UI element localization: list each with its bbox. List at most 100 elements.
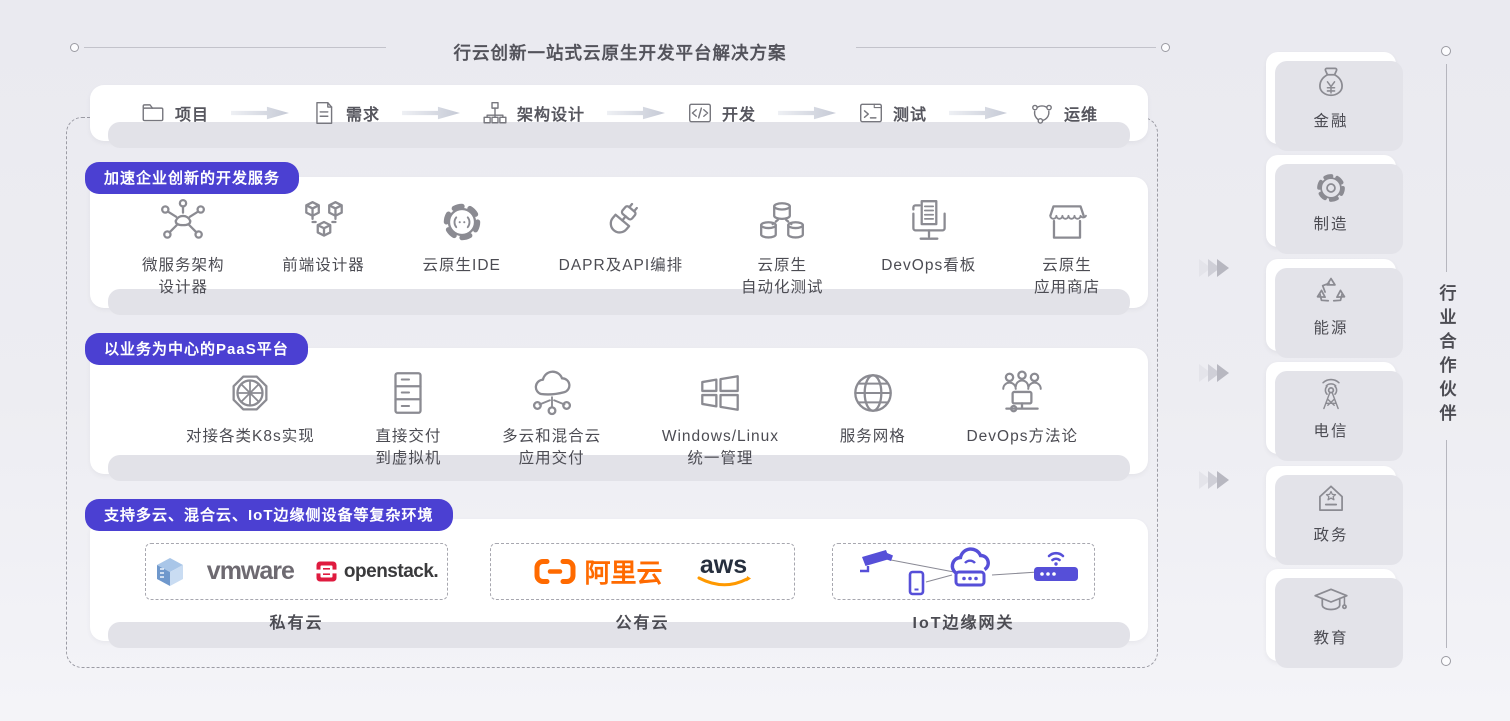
flow-arrow-icon [949,106,1007,121]
workflow-step-label: 开发 [722,101,756,125]
flow-arrow-icon [778,106,836,121]
feature-label: 多云和混合云 [502,426,601,448]
monitor-report-icon [904,197,954,247]
decor-circle-right [1161,43,1170,52]
flow-arrow-icon [607,106,665,121]
ops-nodes-icon [1029,100,1055,126]
feature-microservice-designer: 微服务架构 设计器 [142,197,225,299]
windows-icon [695,368,745,418]
env-public-cloud: 阿里云 aws 公有云 [490,543,795,633]
rail-line-top [1446,64,1447,272]
section-environments: vmware openstack. 私有云 阿里云 aws 公有云 [90,519,1148,641]
feature-label: 微服务架构 [142,255,225,277]
section-badge-paas: 以业务为中心的PaaS平台 [85,333,308,365]
industry-card-energy: 能源 [1266,259,1396,351]
chevrons-icon [1202,259,1229,277]
document-icon [311,100,337,126]
feature-label: DevOps看板 [881,255,976,277]
solution-diagram: 行云创新一站式云原生开发平台解决方案 项目 需求 架构设计 开发 测试 [0,0,1510,721]
camera-icon [860,550,893,571]
feature-label: 云原生 [1042,255,1092,277]
feature-vm-delivery: 直接交付 到虚拟机 [375,368,441,470]
cube-icon [155,557,185,587]
partner-rail: 行业合作伙伴 [1436,46,1456,666]
workflow-step-architecture: 架构设计 [482,100,585,126]
openstack-logo: openstack. [316,561,438,583]
env-iot-gateway: IoT边缘网关 [832,543,1095,633]
vmware-logo: vmware [207,557,294,586]
decor-line-left [84,47,386,48]
feature-label-line2: 到虚拟机 [375,448,441,470]
government-icon [1312,480,1350,518]
server-icon [383,368,433,418]
feature-frontend-designer: 前端设计器 [282,197,365,277]
antenna-icon [1312,376,1350,414]
folder-icon [140,100,166,126]
env-label: 私有云 [269,609,323,633]
aws-logo: aws [697,554,751,590]
feature-label: 对接各类K8s实现 [186,426,315,448]
industry-card-telecom: 电信 [1266,362,1396,454]
cloud-network-icon [527,368,577,418]
openstack-icon [316,561,337,582]
smartphone-icon [910,572,923,594]
aliyun-logo: 阿里云 [534,553,662,590]
aws-smile-icon [697,576,751,590]
feature-label-line2: 设计器 [159,277,209,299]
workflow-step-development: 开发 [687,100,756,126]
feature-label: 服务网格 [840,426,906,448]
iot-gateway-box [832,543,1095,600]
industry-label: 能源 [1313,316,1348,338]
feature-cloud-testing: 云原生 自动化测试 [741,197,824,299]
env-label: 公有云 [615,609,669,633]
feature-cloud-native-ide: 云原生IDE [423,197,501,277]
rail-circle-bottom [1441,656,1451,666]
section-paas: 对接各类K8s实现 直接交付 到虚拟机 多云和混合云 应用交付 Windows/… [90,348,1148,474]
feature-label: DAPR及API编排 [559,255,684,277]
title-row: 行云创新一站式云原生开发平台解决方案 [70,40,1170,60]
decor-circle-left [70,43,79,52]
workflow-step-label: 测试 [893,101,927,125]
aliyun-icon [534,558,576,585]
feature-service-mesh: 服务网格 [840,368,906,448]
section-badge-environments: 支持多云、混合云、IoT边缘侧设备等复杂环境 [85,499,453,531]
router-icon [1034,553,1078,581]
aws-text: aws [700,554,747,576]
industry-label: 政务 [1313,523,1348,545]
code-window-icon [687,100,713,126]
flow-arrow-icon [402,106,460,121]
industry-card-government: 政务 [1266,466,1396,558]
database-cluster-icon [757,197,807,247]
rail-circle-top [1441,46,1451,56]
feature-label: Windows/Linux [662,426,779,448]
feature-label-line2: 自动化测试 [741,277,824,299]
team-icon [997,368,1047,418]
workflow-step-label: 运维 [1064,101,1098,125]
workflow-step-testing: 测试 [858,100,927,126]
cubes-icon [299,197,349,247]
industry-label: 教育 [1313,626,1348,648]
recycle-icon [1312,273,1350,311]
plug-icon [596,197,646,247]
feature-k8s: 对接各类K8s实现 [186,368,315,448]
feature-label-line2: 统一管理 [687,448,753,470]
graduation-cap-icon [1312,583,1350,621]
gear-code-icon [437,197,487,247]
gear-icon [1312,169,1350,207]
env-private-cloud: vmware openstack. 私有云 [145,543,448,633]
microservice-hub-icon [158,197,208,247]
public-cloud-box: 阿里云 aws [490,543,795,600]
terminal-icon [858,100,884,126]
industry-label: 金融 [1313,109,1348,131]
cloud-gateway-icon [952,549,988,585]
feature-devops-methodology: DevOps方法论 [966,368,1078,448]
feature-win-linux: Windows/Linux 统一管理 [662,368,779,470]
private-cloud-box: vmware openstack. [145,543,448,600]
workflow-step-label: 项目 [175,101,209,125]
industry-card-finance: 金融 [1266,52,1396,144]
rail-line-bottom [1446,440,1447,648]
industry-card-manufacturing: 制造 [1266,155,1396,247]
industry-label: 制造 [1313,212,1348,234]
money-bag-icon [1312,66,1350,104]
industry-card-education: 教育 [1266,569,1396,661]
